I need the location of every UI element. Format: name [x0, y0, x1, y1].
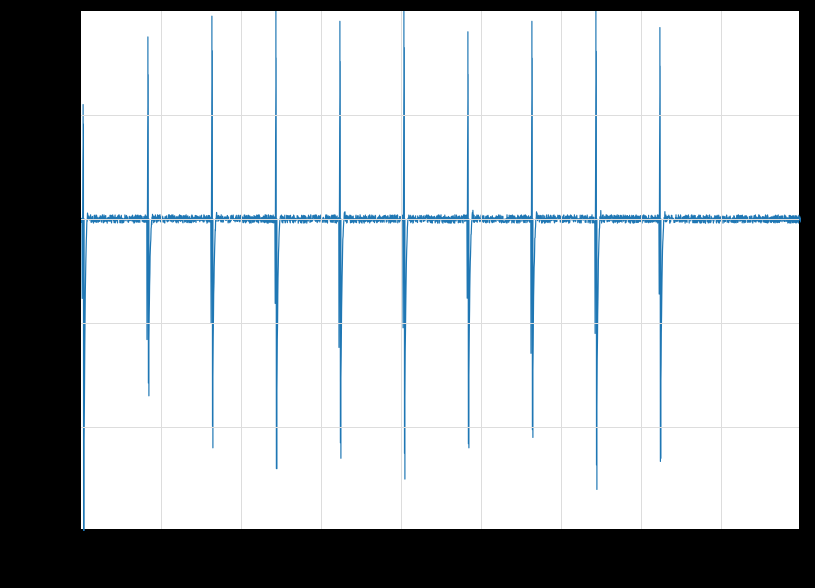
y-tick-label: 0.5 — [51, 106, 70, 122]
grid-line-vertical — [641, 11, 642, 529]
grid-line-vertical — [561, 11, 562, 529]
grid-line-horizontal — [81, 323, 799, 324]
y-axis-label: Amplitude — [16, 217, 34, 288]
grid-line-horizontal — [81, 427, 799, 428]
x-tick-mark — [720, 530, 721, 536]
figure: Time (samples) Amplitude ×10⁴ 0 1 2 3 4 5 6 7 8 9… — [0, 0, 815, 588]
x-tick-mark — [240, 530, 241, 536]
x-tick-label: 0 — [76, 538, 84, 554]
grid-line-vertical — [321, 11, 322, 529]
y-tick-label: 0 — [62, 210, 70, 226]
x-tick-mark — [560, 530, 561, 536]
x-tick-label: 8 — [716, 538, 724, 554]
y-tick-label: -1.5 — [46, 522, 70, 538]
signal-line — [81, 11, 801, 535]
y-tick-mark — [74, 114, 80, 115]
x-tick-mark — [320, 530, 321, 536]
x-tick-label: 7 — [636, 538, 644, 554]
x-tick-label: 3 — [316, 538, 324, 554]
x-tick-mark — [480, 530, 481, 536]
grid-line-vertical — [161, 11, 162, 529]
x-tick-label: 4 — [396, 538, 404, 554]
x-tick-exponent: ×10⁴ — [795, 556, 815, 571]
x-tick-mark — [80, 530, 81, 536]
x-tick-label: 6 — [556, 538, 564, 554]
y-tick-mark — [74, 218, 80, 219]
x-tick-label: 2 — [236, 538, 244, 554]
grid-line-vertical — [481, 11, 482, 529]
x-tick-mark — [160, 530, 161, 536]
y-tick-mark — [74, 426, 80, 427]
y-tick-mark — [74, 530, 80, 531]
y-tick-mark — [74, 10, 80, 11]
y-tick-label: -0.5 — [46, 314, 70, 330]
x-tick-mark — [640, 530, 641, 536]
data-line — [81, 11, 801, 531]
x-tick-mark — [400, 530, 401, 536]
plot-area — [80, 10, 800, 530]
x-tick-label: 5 — [476, 538, 484, 554]
grid-line-vertical — [401, 11, 402, 529]
y-tick-mark — [74, 322, 80, 323]
x-tick-label: 1 — [156, 538, 164, 554]
x-tick-mark — [800, 530, 801, 536]
x-axis-label: Time (samples) — [385, 562, 495, 580]
grid-line-horizontal — [81, 219, 799, 220]
y-tick-label: 1 — [62, 2, 70, 18]
grid-line-horizontal — [81, 115, 799, 116]
y-tick-label: -1 — [58, 418, 70, 434]
x-tick-label: 9 — [796, 538, 804, 554]
grid-line-vertical — [241, 11, 242, 529]
grid-line-vertical — [721, 11, 722, 529]
